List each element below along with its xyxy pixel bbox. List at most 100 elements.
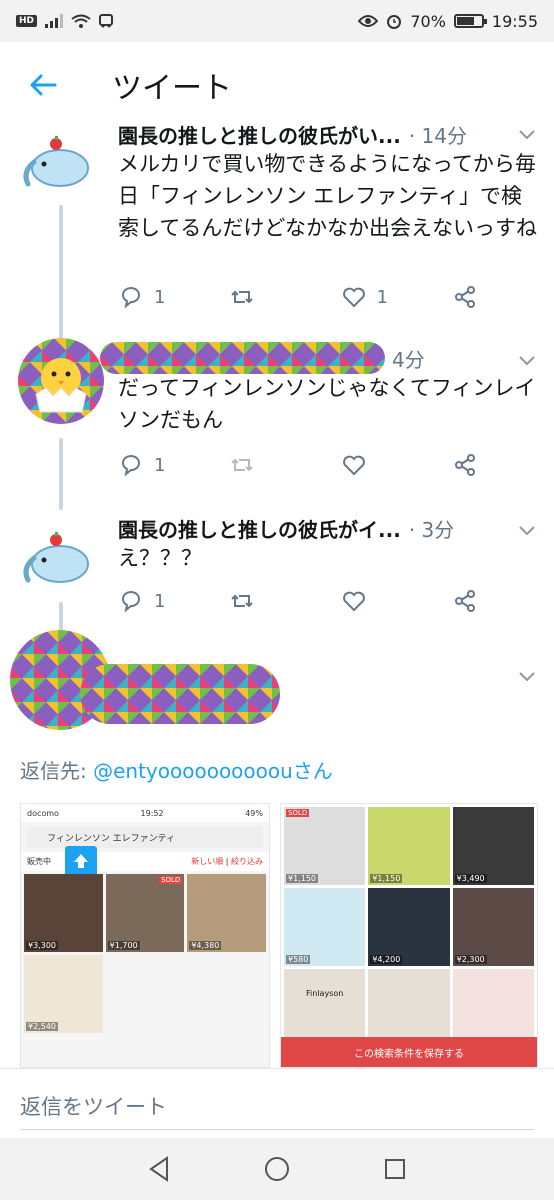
mini-status-bar: docomo 19:52 49% bbox=[21, 804, 269, 822]
arrow-left-icon bbox=[30, 74, 57, 96]
mini-item: ¥1,150 SOLD bbox=[284, 807, 366, 885]
mini-item: Finlayson bbox=[284, 969, 366, 1047]
reply-placeholder[interactable]: 返信をツイート bbox=[20, 1091, 167, 1121]
heart-icon bbox=[342, 591, 365, 612]
author-name[interactable]: 園長の推しと推しの彼氏がイ... bbox=[118, 514, 401, 543]
nav-home-button[interactable] bbox=[262, 1154, 292, 1184]
system-nav-bar bbox=[0, 1138, 554, 1200]
nav-recents-button[interactable] bbox=[380, 1154, 410, 1184]
reply-bubble-icon bbox=[121, 591, 140, 613]
page-title: ツイート bbox=[112, 71, 232, 106]
mini-battery: 49% bbox=[245, 808, 263, 818]
chick-avatar-icon bbox=[35, 358, 87, 413]
share-icon bbox=[454, 590, 475, 612]
reply-to-handle[interactable]: @entyoooooooooou bbox=[93, 759, 293, 783]
mini-sort-new: 新しい順 bbox=[191, 857, 224, 866]
mini-item: ¥1,150 bbox=[368, 807, 450, 885]
reply-to-suffix: さん bbox=[292, 759, 333, 783]
mini-price: ¥3,300 bbox=[26, 941, 58, 950]
mini-price: ¥2,300 bbox=[454, 955, 487, 964]
reply-bubble-icon bbox=[121, 287, 140, 309]
mini-item: ¥1,700 SOLD bbox=[105, 874, 185, 952]
tweet-text: だってフィンレンソンじゃなくてフィンレイソンだもん bbox=[118, 376, 536, 432]
retweet-button[interactable] bbox=[229, 284, 340, 310]
mini-filter-label: 販売中 bbox=[27, 857, 51, 866]
like-count: 1 bbox=[376, 286, 389, 308]
tweet-menu-button[interactable] bbox=[518, 122, 536, 146]
tweet-time: 4分 bbox=[392, 348, 425, 372]
media-image-left[interactable]: docomo 19:52 49% フィンレンソン エレファンティ 販売中 新しい… bbox=[20, 803, 270, 1068]
status-bar: HD 70% 19:55 bbox=[0, 0, 554, 42]
mini-search-box: フィンレンソン エレファンティ bbox=[27, 826, 263, 848]
mini-price: ¥1,150 bbox=[370, 874, 403, 883]
author-name[interactable]: 園長の推しと推しの彼氏がい... bbox=[118, 120, 401, 149]
mini-item: ¥2,300 bbox=[452, 888, 534, 966]
retweet-button[interactable] bbox=[229, 588, 340, 614]
heart-icon bbox=[342, 287, 365, 308]
tweet-menu-button[interactable] bbox=[518, 348, 536, 372]
battery-percent: 70% bbox=[410, 11, 446, 31]
reply-underline bbox=[20, 1129, 534, 1130]
tweet[interactable]: 園長の推しと推しの彼氏がイ... · 3分 え？？？ 1 bbox=[0, 510, 554, 640]
retweet-button[interactable] bbox=[229, 452, 340, 478]
share-button[interactable] bbox=[452, 452, 478, 478]
mini-refine: 絞り込み bbox=[231, 857, 263, 866]
reply-button[interactable]: 1 bbox=[118, 284, 229, 310]
like-button[interactable]: 1 bbox=[341, 284, 452, 310]
tweet-menu-button[interactable] bbox=[518, 518, 536, 542]
media-image-right[interactable]: ¥1,150 SOLD ¥1,150 ¥3,490 ¥580 ¥4,200 ¥2,… bbox=[280, 803, 538, 1068]
reply-button[interactable]: 1 bbox=[118, 452, 229, 478]
tweet-menu-button[interactable] bbox=[518, 664, 536, 688]
share-button[interactable] bbox=[452, 284, 478, 310]
tweet-time: · 14分 bbox=[408, 124, 467, 148]
retweet-icon bbox=[231, 458, 254, 472]
share-icon bbox=[454, 454, 475, 476]
reply-button[interactable]: 1 bbox=[118, 588, 229, 614]
back-button[interactable] bbox=[0, 42, 86, 128]
mini-item: ¥3,490 bbox=[452, 807, 534, 885]
share-button[interactable] bbox=[452, 588, 478, 614]
clock: 19:55 bbox=[491, 11, 538, 31]
mini-item: ¥3,300 bbox=[24, 874, 103, 952]
mini-price: ¥580 bbox=[286, 955, 311, 964]
sold-tag: SOLD bbox=[159, 876, 183, 884]
scroll-up-button bbox=[65, 846, 97, 876]
reply-to-line: 返信先: @entyoooooooooouさん bbox=[20, 755, 333, 784]
reply-composer[interactable]: 返信をツイート bbox=[0, 1068, 554, 1138]
brand-label: Finlayson bbox=[306, 989, 344, 998]
reply-bubble-icon bbox=[121, 455, 140, 477]
tweet-text: メルカリで買い物できるようになってから毎日「フィンレンソン エレファンティ」で検… bbox=[118, 152, 537, 240]
hd-badge: HD bbox=[16, 15, 38, 27]
tweet-text: え？？？ bbox=[118, 546, 202, 570]
square-recents-icon bbox=[385, 1159, 405, 1179]
vehicle-icon bbox=[99, 14, 114, 28]
tweet[interactable]: 園長の推しと推しの彼氏がい... · 14分 メルカリで買い物できるようになって… bbox=[0, 118, 554, 338]
chevron-down-icon bbox=[519, 672, 535, 682]
elephant-avatar-icon bbox=[23, 136, 89, 187]
mini-price: ¥2,540 bbox=[26, 1022, 58, 1031]
share-icon bbox=[454, 286, 475, 308]
circle-home-icon bbox=[265, 1157, 289, 1181]
heart-icon bbox=[342, 455, 365, 476]
like-button[interactable] bbox=[341, 588, 452, 614]
avatar[interactable] bbox=[20, 132, 100, 192]
mini-item-grid: ¥3,300 ¥1,700 SOLD ¥4,380 ¥2,540 bbox=[21, 871, 269, 1036]
mini-search-query: フィンレンソン エレファンティ bbox=[47, 833, 176, 844]
elephant-avatar-icon bbox=[23, 532, 89, 583]
like-button[interactable] bbox=[341, 452, 452, 478]
mini-price: ¥3,490 bbox=[454, 874, 487, 883]
nav-back-button[interactable] bbox=[144, 1154, 174, 1184]
avatar[interactable] bbox=[20, 528, 100, 588]
triangle-back-icon bbox=[149, 1156, 168, 1182]
mini-item: ¥580 bbox=[284, 888, 366, 966]
reply-count: 1 bbox=[154, 286, 166, 308]
mini-item-grid: ¥1,150 SOLD ¥1,150 ¥3,490 ¥580 ¥4,200 ¥2,… bbox=[281, 804, 537, 1050]
media-attachments: docomo 19:52 49% フィンレンソン エレファンティ 販売中 新しい… bbox=[20, 803, 538, 1068]
mini-item: ¥4,380 bbox=[187, 874, 266, 952]
signal-icon bbox=[45, 14, 64, 28]
battery-icon bbox=[453, 14, 487, 28]
mini-price: ¥1,700 bbox=[107, 941, 140, 950]
tweet[interactable]: 4分 だってフィンレンソンじゃなくてフィンレイソンだもん 1 bbox=[0, 338, 554, 508]
mini-item bbox=[368, 969, 450, 1047]
avatar[interactable] bbox=[18, 338, 104, 424]
